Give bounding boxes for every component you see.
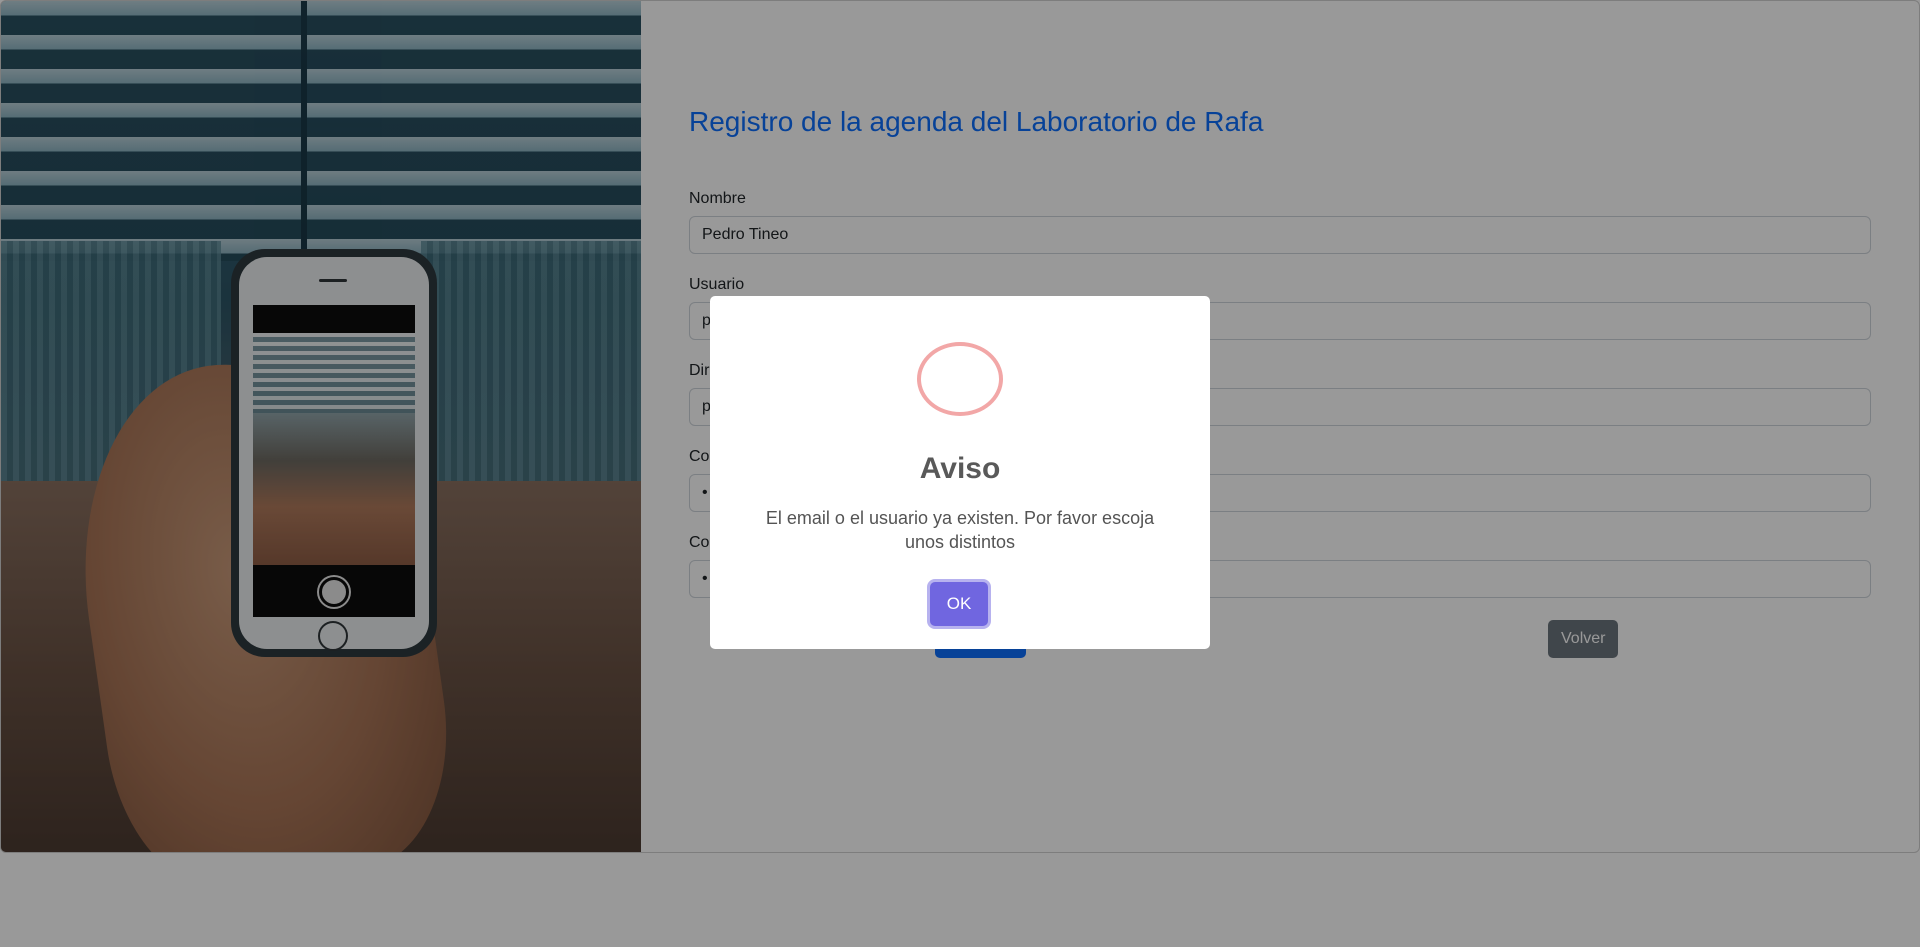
modal-message: El email o el usuario ya existen. Por fa… xyxy=(765,508,1155,552)
error-circle-icon xyxy=(917,342,1003,416)
ok-button[interactable]: OK xyxy=(930,582,988,626)
alert-modal: Aviso El email o el usuario ya existen. … xyxy=(710,296,1210,649)
modal-title: Aviso xyxy=(919,452,1001,485)
